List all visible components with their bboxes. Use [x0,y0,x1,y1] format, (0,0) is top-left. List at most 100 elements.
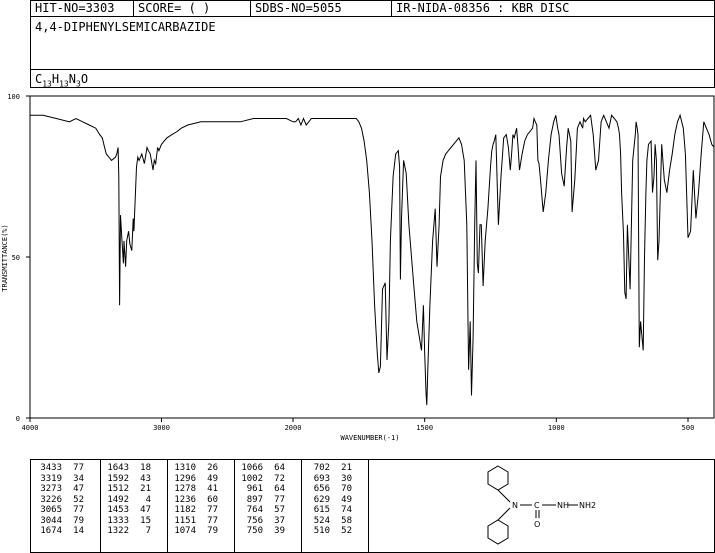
peak-wavenumber: 3273 [40,484,62,494]
peak-row: 1278 41 [170,484,220,495]
peak-row: 524 58 [304,516,354,527]
y-axis-label: TRANSMITTANCE(%) [1,224,9,291]
peak-wavenumber: 1182 [174,505,196,515]
peak-transmittance: 39 [274,526,285,536]
spectrum-line [30,113,715,406]
peak-row: 1453 47 [103,505,153,516]
peak-row: 750 39 [237,526,287,537]
formula-element: N [68,72,76,86]
peak-row: 702 21 [304,463,354,474]
peak-row: 897 77 [237,495,287,506]
peak-row: 1182 77 [170,505,220,516]
x-tick-label: 4000 [22,424,39,432]
peak-wavenumber: 1151 [174,515,196,526]
peak-wavenumber: 1310 [174,463,196,473]
formula-divider [30,69,715,70]
peak-wavenumber: 3226 [40,494,62,505]
peak-transmittance: 52 [341,526,352,536]
peak-row: 1296 49 [170,474,220,485]
peak-transmittance: 49 [341,494,352,505]
bond [497,507,511,521]
peak-transmittance: 4 [145,494,151,505]
peak-row: 1066 64 [237,463,287,474]
peak-wavenumber: 1322 [107,526,129,536]
peak-wavenumber: 1002 [241,473,263,484]
peak-wavenumber: 524 [313,515,330,526]
peak-row: 3433 77 [36,463,86,474]
sdbs-no-field: SDBS-NO=5055 [255,1,342,15]
peak-row: 1236 60 [170,495,220,506]
peak-wavenumber: 764 [246,505,263,515]
hit-no-field: HIT-NO=3303 [35,1,115,15]
method-field: IR-NIDA-08356 : KBR DISC [396,1,570,15]
peak-row: 3044 79 [36,516,86,527]
phenyl-ring-top [487,465,509,491]
peak-row: 1322 7 [103,526,153,537]
peak-transmittance: 72 [274,473,285,484]
peak-wavenumber: 3044 [40,515,62,526]
peak-row: 615 74 [304,505,354,516]
peak-row: 1492 4 [103,495,153,506]
peak-transmittance: 77 [274,494,285,505]
peak-column-divider [301,459,302,553]
peak-transmittance: 26 [207,463,218,473]
peak-row: 961 64 [237,484,287,495]
peak-transmittance: 64 [274,484,285,494]
peak-wavenumber: 1074 [174,526,196,536]
peak-row: 693 30 [304,474,354,485]
peak-column-divider [368,459,369,553]
peak-wavenumber: 3319 [40,473,62,484]
atom-c: C [534,501,540,510]
peak-row: 1333 15 [103,516,153,527]
peak-transmittance: 43 [140,473,151,484]
molecular-structure: N C O NH NH2 [487,465,596,545]
peak-wavenumber: 656 [313,484,330,494]
peak-wavenumber: 1592 [107,473,129,484]
peak-table-column: 1066 64 1002 72 961 64 897 77 764 57 756 37 750 39 [237,463,287,537]
peak-row: 3273 47 [36,484,86,495]
peak-transmittance: 18 [140,463,151,473]
atom-o: O [534,520,540,529]
peak-wavenumber: 1674 [40,526,62,536]
peak-transmittance: 41 [207,484,218,494]
peak-transmittance: 64 [274,463,285,473]
peak-column-divider [234,459,235,553]
peak-wavenumber: 1453 [107,505,129,515]
peak-wavenumber: 510 [313,526,330,536]
x-axis-label: WAVENUMBER(-1) [340,434,399,442]
peak-transmittance: 7 [145,526,151,536]
peak-table-column: 3433 77 3319 34 3273 47 3226 52 3065 77 3044 79 1674… [36,463,86,537]
peak-wavenumber: 1296 [174,473,196,484]
y-tick-label: 100 [7,93,20,101]
peak-transmittance: 15 [140,515,151,526]
peak-wavenumber: 897 [246,494,263,505]
x-tick-label: 1500 [416,424,433,432]
peak-transmittance: 14 [73,526,84,536]
peak-transmittance: 34 [73,473,84,484]
peak-table-column: 702 21 693 30 656 70 629 49 615 74 524 58 510 52 [304,463,354,537]
peak-wavenumber: 702 [313,463,330,473]
plot-frame [29,95,715,419]
peak-row: 3319 34 [36,474,86,485]
y-tick-label: 50 [12,254,20,262]
phenyl-ring-bottom [487,519,509,545]
peak-wavenumber: 756 [246,515,263,526]
peak-row: 1074 79 [170,526,220,537]
peak-transmittance: 21 [140,484,151,494]
atom-nh: NH [557,501,569,510]
peak-row: 3226 52 [36,495,86,506]
bond [497,489,511,503]
peak-wavenumber: 1278 [174,484,196,494]
peak-wavenumber: 1512 [107,484,129,494]
peak-wavenumber: 693 [313,473,330,484]
x-tick-label: 1000 [548,424,565,432]
peak-transmittance: 77 [73,463,84,473]
score-field: SCORE= ( ) [138,1,211,15]
ir-spectrum-chart: 100500 4000 3000 2000 1500 1000 500 TRANSMITT… [1,93,715,442]
peak-wavenumber: 750 [246,526,263,536]
atom-nh2: NH2 [579,501,596,510]
peak-table-column: 1643 18 1592 43 1512 21 1492 4 1453 47 1333 15 1322 7 [103,463,153,537]
peak-transmittance: 70 [341,484,352,494]
peak-transmittance: 49 [207,473,218,484]
peak-row: 629 49 [304,495,354,506]
